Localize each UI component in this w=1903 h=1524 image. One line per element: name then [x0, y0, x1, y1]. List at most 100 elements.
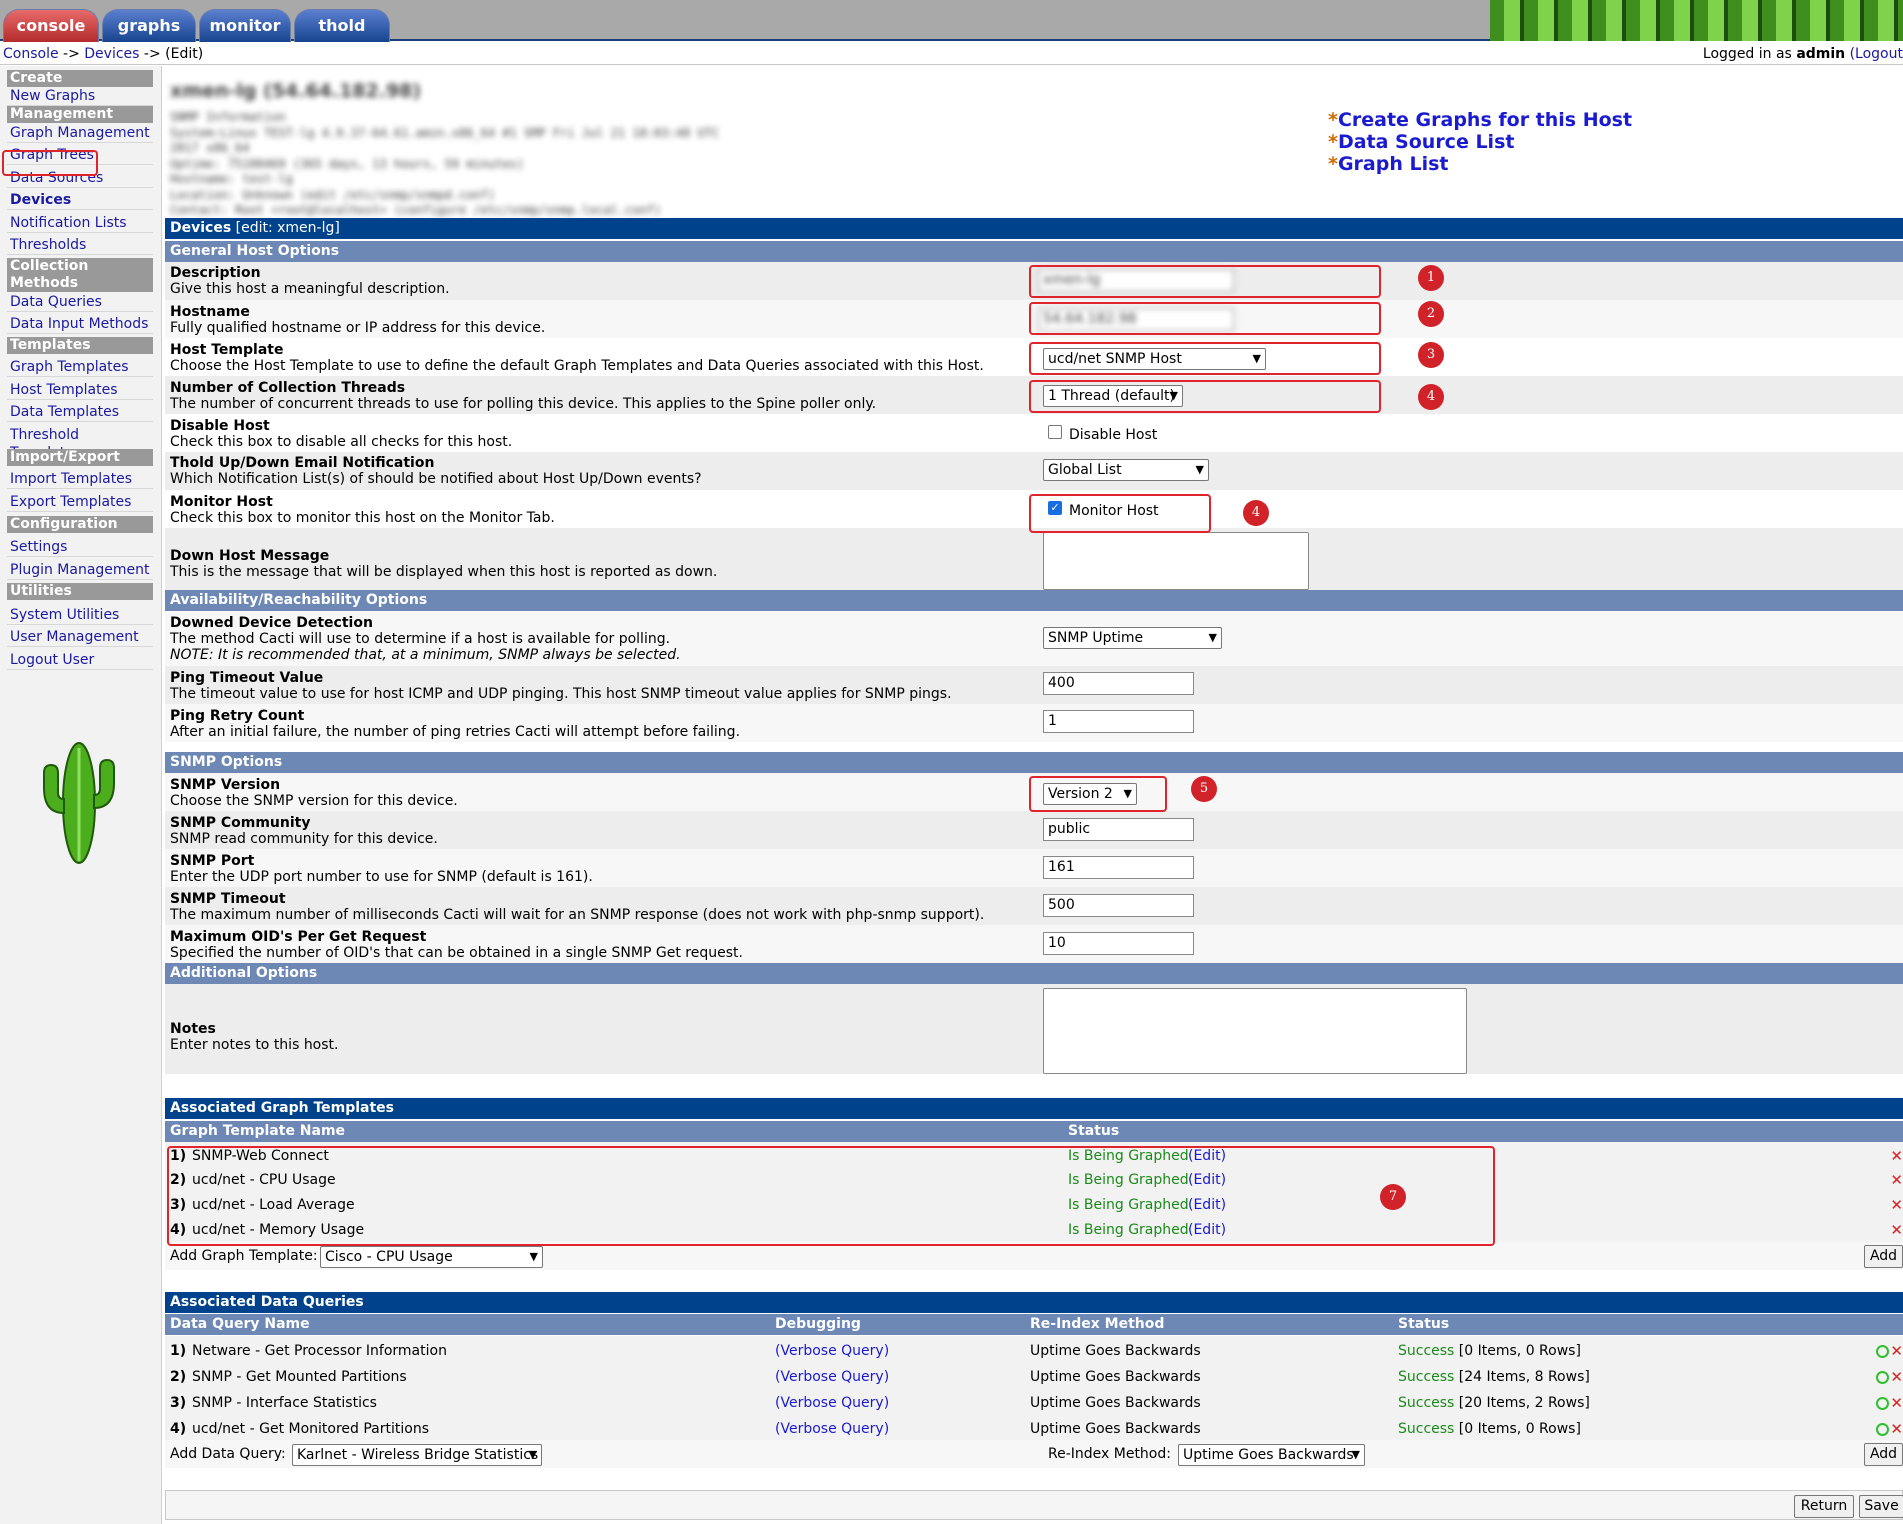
sidebar-item-user-management[interactable]: User Management [7, 628, 153, 647]
logout-link[interactable]: (Logout [1850, 46, 1903, 62]
snmp-port-input[interactable]: 161 [1043, 856, 1194, 879]
sidebar-item-logout-user[interactable]: Logout User [7, 651, 153, 670]
chevron-down-icon: ▼ [1195, 463, 1204, 476]
sidebar-heading-management: Management [7, 106, 153, 123]
sidebar-item-graph-management[interactable]: Graph Management [7, 124, 153, 143]
delete-icon[interactable]: ✕ [1890, 1193, 1903, 1217]
reindex-method: Uptime Goes Backwards [1030, 1421, 1201, 1437]
host-template-help: Choose the Host Template to use to defin… [170, 358, 984, 374]
verbose-query-link[interactable]: (Verbose Query) [775, 1416, 889, 1442]
disable-host-checkbox[interactable] [1048, 425, 1062, 439]
sidebar-item-graph-templates[interactable]: Graph Templates [7, 358, 153, 377]
down-host-message-textarea[interactable] [1043, 532, 1309, 590]
sidebar-item-data-input-methods[interactable]: Data Input Methods [7, 315, 153, 334]
table-row: 1) Netware - Get Processor Information (… [165, 1338, 1903, 1364]
tab-thold[interactable]: thold [294, 9, 390, 42]
row-number: 1) [170, 1343, 187, 1359]
verbose-query-link[interactable]: (Verbose Query) [775, 1364, 889, 1390]
snmp-community-row: SNMP Community SNMP read community for t… [165, 811, 1903, 849]
sidebar-item-import-templates[interactable]: Import Templates [7, 470, 153, 489]
reload-query-icon[interactable] [1876, 1371, 1889, 1384]
delete-icon[interactable]: ✕ [1890, 1416, 1903, 1442]
chevron-down-icon: ▼ [529, 1250, 538, 1263]
monitor-host-label: Monitor Host [170, 494, 273, 510]
annotation-number: 5 [1191, 776, 1217, 802]
availability-options-header: Availability/Reachability Options [165, 590, 1903, 611]
tab-monitor[interactable]: monitor [199, 9, 291, 42]
graph-list-link[interactable]: Graph List [1338, 153, 1449, 175]
top-navigation-bar: console graphs monitor thold [0, 0, 1903, 42]
max-oid-input[interactable]: 10 [1043, 932, 1194, 955]
save-button[interactable]: Save [1859, 1495, 1903, 1518]
row-number: 2) [170, 1369, 187, 1385]
verbose-query-text: Verbose Query [780, 1395, 884, 1411]
data-query-detail: [20 Items, 2 Rows] [1454, 1395, 1590, 1411]
verbose-query-link[interactable]: (Verbose Query) [775, 1390, 889, 1416]
sidebar-item-host-templates[interactable]: Host Templates [7, 381, 153, 400]
delete-icon[interactable]: ✕ [1890, 1390, 1903, 1416]
ping-retry-input[interactable]: 1 [1043, 710, 1194, 733]
sidebar-item-notification-lists[interactable]: Notification Lists [7, 214, 153, 233]
sidebar-item-plugin-management[interactable]: Plugin Management [7, 561, 153, 580]
sidebar-item-export-templates[interactable]: Export Templates [7, 493, 153, 512]
downed-detection-row: Downed Device Detection The method Cacti… [165, 611, 1903, 666]
downed-detection-help: The method Cacti will use to determine i… [170, 631, 671, 647]
reload-query-icon[interactable] [1876, 1397, 1889, 1410]
sidebar-item-settings[interactable]: Settings [7, 538, 153, 557]
snmp-timeout-input[interactable]: 500 [1043, 894, 1194, 917]
verbose-query-text: Verbose Query [780, 1421, 884, 1437]
delete-icon[interactable]: ✕ [1890, 1364, 1903, 1390]
delete-icon[interactable]: ✕ [1890, 1144, 1903, 1168]
add-graph-template-button[interactable]: Add [1864, 1245, 1903, 1268]
sidebar-item-data-queries[interactable]: Data Queries [7, 293, 153, 312]
tab-console[interactable]: console [3, 9, 99, 42]
verbose-query-link[interactable]: (Verbose Query) [775, 1338, 889, 1364]
col-data-query-status: Status [1398, 1316, 1450, 1332]
snmp-info-line: System:Linux TEST-lg 4.9.37-64.61.amzn.x… [170, 125, 720, 140]
breadcrumb-console-link[interactable]: Console [3, 46, 59, 62]
create-graphs-link[interactable]: Create Graphs for this Host [1338, 109, 1632, 131]
disable-host-row: Disable Host Check this box to disable a… [165, 414, 1903, 452]
login-username: admin [1796, 46, 1846, 62]
data-source-list-link[interactable]: Data Source List [1338, 131, 1515, 153]
data-query-status: Success [1398, 1421, 1455, 1437]
breadcrumb-devices-link[interactable]: Devices [84, 46, 139, 62]
reload-query-icon[interactable] [1876, 1423, 1889, 1436]
verbose-query-text: Verbose Query [780, 1369, 884, 1385]
add-data-query-button[interactable]: Add [1864, 1443, 1903, 1466]
sidebar-item-new-graphs[interactable]: New Graphs [7, 87, 153, 106]
add-graph-template-select[interactable]: Cisco - CPU Usage ▼ [320, 1246, 543, 1268]
delete-icon[interactable]: ✕ [1890, 1218, 1903, 1242]
sidebar-item-thresholds[interactable]: Thresholds [7, 236, 153, 255]
annotation-box-hostname [1029, 302, 1381, 335]
sidebar-item-system-utilities[interactable]: System Utilities [7, 606, 153, 625]
add-graph-template-row: Add Graph Template: Cisco - CPU Usage ▼ A… [165, 1242, 1903, 1270]
snmp-community-input[interactable]: public [1043, 818, 1194, 841]
thold-notification-select[interactable]: Global List ▼ [1043, 459, 1209, 481]
downed-detection-select[interactable]: SNMP Uptime ▼ [1043, 627, 1222, 649]
breadcrumb-separator: -> [58, 46, 85, 62]
downed-detection-label: Downed Device Detection [170, 615, 373, 631]
sidebar-heading-collection-methods: Collection Methods [7, 258, 153, 292]
data-query-name: SNMP - Interface Statistics [192, 1395, 377, 1411]
notes-row: Notes Enter notes to this host. [165, 984, 1903, 1074]
reindex-method-value: Uptime Goes Backwards [1183, 1447, 1354, 1463]
sidebar-item-devices[interactable]: Devices [7, 191, 153, 210]
reindex-method-select[interactable]: Uptime Goes Backwards ▼ [1178, 1444, 1365, 1466]
return-button[interactable]: Return [1794, 1495, 1854, 1518]
devices-header-edit: [edit: xmen-lg] [231, 220, 340, 236]
sidebar-item-data-templates[interactable]: Data Templates [7, 403, 153, 422]
reload-query-icon[interactable] [1876, 1345, 1889, 1358]
ping-timeout-help: The timeout value to use for host ICMP a… [170, 686, 952, 702]
add-data-query-value: Karlnet - Wireless Bridge Statistics [297, 1447, 539, 1463]
ping-timeout-input[interactable]: 400 [1043, 672, 1194, 695]
delete-icon[interactable]: ✕ [1890, 1338, 1903, 1364]
add-data-query-label: Add Data Query: [170, 1446, 286, 1462]
add-data-query-select[interactable]: Karlnet - Wireless Bridge Statistics ▼ [292, 1444, 542, 1466]
breadcrumb: Console -> Devices -> (Edit) [3, 44, 203, 64]
notes-textarea[interactable] [1043, 988, 1467, 1074]
data-query-detail: [24 Items, 8 Rows] [1454, 1369, 1590, 1385]
tab-graphs[interactable]: graphs [102, 9, 196, 42]
delete-icon[interactable]: ✕ [1890, 1168, 1903, 1192]
table-row: 2) SNMP - Get Mounted Partitions (Verbos… [165, 1364, 1903, 1390]
